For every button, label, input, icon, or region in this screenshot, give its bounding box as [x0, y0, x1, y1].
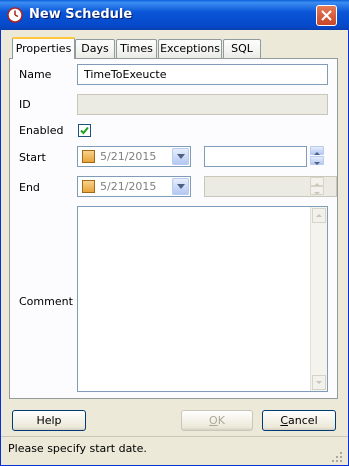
start-date-value: 5/21/2015	[100, 150, 157, 163]
checkmark-icon	[80, 126, 89, 135]
end-date-dropdown-button[interactable]	[172, 178, 189, 195]
enabled-checkbox[interactable]	[78, 124, 91, 137]
chevron-down-icon	[177, 154, 185, 159]
end-label: End	[19, 181, 40, 194]
calendar-icon	[82, 150, 95, 163]
name-value: TimeToExeucte	[84, 68, 167, 81]
resize-grip-icon[interactable]	[330, 450, 344, 462]
help-button[interactable]: Help	[12, 410, 86, 431]
arrow-down-icon	[314, 162, 320, 165]
start-date-picker[interactable]: 5/21/2015	[77, 146, 191, 167]
window-title: New Schedule	[29, 7, 133, 22]
tab-exceptions[interactable]: Exceptions	[158, 39, 222, 58]
calendar-icon	[82, 180, 95, 193]
comment-scrollbar[interactable]	[310, 207, 327, 391]
tab-sql[interactable]: SQL	[223, 39, 261, 58]
chevron-down-icon	[177, 184, 185, 189]
name-field[interactable]: TimeToExeucte	[77, 64, 328, 85]
start-time-down-button[interactable]	[310, 156, 324, 165]
name-label: Name	[19, 68, 52, 81]
end-date-value: 5/21/2015	[100, 180, 157, 193]
end-time-up-button	[310, 177, 324, 186]
start-time-field[interactable]	[204, 146, 307, 167]
enabled-label: Enabled	[19, 124, 64, 137]
end-date-picker[interactable]: 5/21/2015	[77, 176, 191, 197]
start-label: Start	[19, 151, 46, 164]
arrow-down-icon	[314, 192, 320, 195]
status-text: Please specify start date.	[8, 442, 147, 455]
comment-label: Comment	[19, 295, 73, 308]
close-button[interactable]	[316, 5, 337, 26]
cancel-button[interactable]: Cancel	[262, 410, 336, 431]
close-icon	[321, 10, 332, 21]
ok-button[interactable]: OK	[181, 410, 253, 431]
id-label: ID	[19, 98, 31, 111]
arrow-up-icon	[316, 214, 322, 217]
status-divider	[1, 436, 348, 437]
id-field	[77, 94, 328, 115]
start-date-dropdown-button[interactable]	[172, 148, 189, 165]
start-time-up-button[interactable]	[310, 146, 324, 155]
clock-icon	[7, 7, 23, 23]
tab-times[interactable]: Times	[116, 39, 157, 58]
comment-textarea[interactable]	[77, 206, 328, 392]
arrow-down-icon	[316, 381, 322, 384]
tab-days[interactable]: Days	[75, 39, 115, 58]
end-time-down-button	[310, 186, 324, 195]
scroll-down-button[interactable]	[312, 375, 326, 390]
tab-properties[interactable]: Properties	[12, 37, 75, 59]
scroll-up-button[interactable]	[312, 208, 326, 223]
